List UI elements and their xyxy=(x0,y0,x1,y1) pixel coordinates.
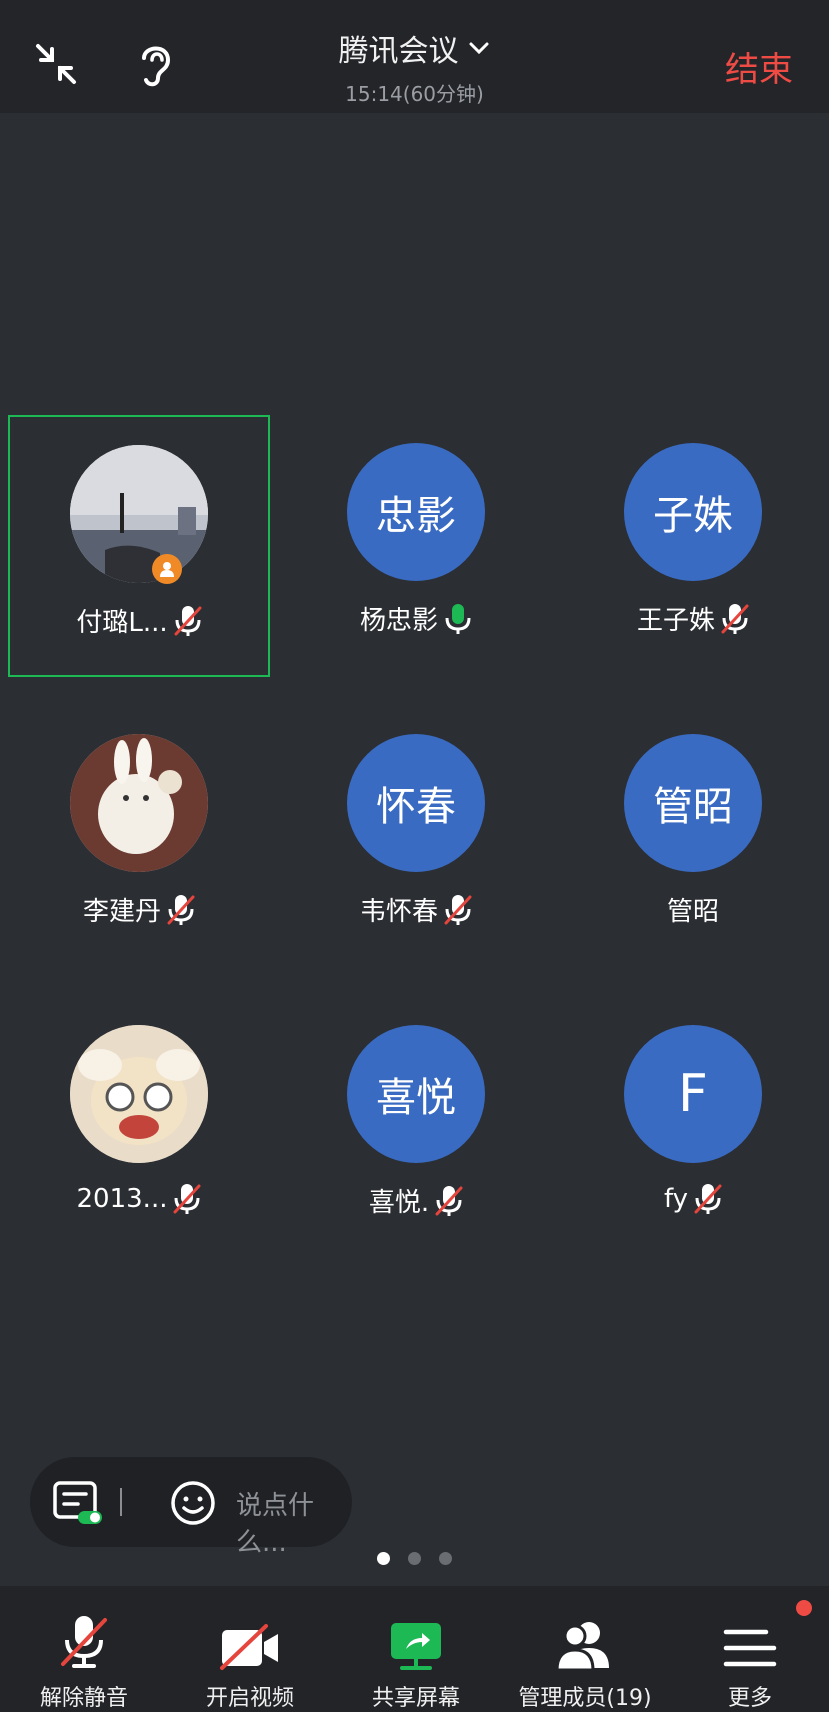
avatar: 喜悦 xyxy=(347,1025,485,1163)
camera-off-icon xyxy=(220,1624,278,1670)
bottom-toolbar: 解除静音 开启视频 共享屏幕 管理成员(19) 更多 xyxy=(0,1586,829,1712)
share-screen-icon xyxy=(391,1623,441,1670)
more-label: 更多 xyxy=(727,1686,772,1711)
mic-muted-icon xyxy=(167,893,195,927)
emoji-icon[interactable] xyxy=(170,1480,216,1530)
avatar: F xyxy=(624,1025,762,1163)
manage-members-button[interactable]: 管理成员(19) xyxy=(500,1586,670,1712)
participant-name-row: 韦怀春 xyxy=(285,891,547,928)
manage-members-label: 管理成员(19) xyxy=(518,1686,652,1711)
avatar: 怀春 xyxy=(347,734,485,872)
chevron-down-icon xyxy=(469,42,488,55)
participant-name: 李建丹 xyxy=(82,897,161,927)
participant-tile[interactable]: 李建丹 xyxy=(8,706,270,968)
mic-muted-icon xyxy=(435,1185,463,1216)
unmute-button[interactable]: 解除静音 xyxy=(22,1586,146,1712)
participant-name: 王子姝 xyxy=(636,606,715,636)
more-button[interactable]: 更多 xyxy=(688,1586,812,1712)
start-video-button[interactable]: 开启视频 xyxy=(188,1586,312,1712)
avatar xyxy=(70,1025,208,1163)
participant-name: 付璐L... xyxy=(76,608,168,638)
participant-name-row: 2013... xyxy=(8,1182,270,1216)
participant-name: 喜悦. xyxy=(368,1188,430,1218)
share-screen-button[interactable]: 共享屏幕 xyxy=(354,1586,478,1712)
more-menu-icon xyxy=(723,1629,777,1667)
mic-muted-icon xyxy=(173,1184,201,1214)
mic-on-icon xyxy=(444,602,472,636)
participant-name: 杨忠影 xyxy=(359,606,438,636)
participant-tile[interactable]: 子姝王子姝 xyxy=(562,415,824,677)
participant-name-row: 李建丹 xyxy=(8,891,270,928)
meeting-title: 腾讯会议 xyxy=(338,34,459,69)
mic-on-icon xyxy=(445,603,471,634)
mic-muted-icon xyxy=(167,894,195,925)
host-badge-icon xyxy=(152,554,182,584)
participant-name: fy xyxy=(663,1184,689,1214)
mic-muted-icon xyxy=(435,1184,463,1218)
notification-dot xyxy=(796,1600,812,1616)
participant-tile[interactable]: 喜悦喜悦. xyxy=(285,997,547,1259)
participant-tile[interactable]: 忠影杨忠影 xyxy=(285,415,547,677)
participant-tile[interactable]: 付璐L... xyxy=(8,415,270,677)
participant-name: 韦怀春 xyxy=(359,897,438,927)
mic-muted-icon xyxy=(721,603,749,634)
end-meeting-button[interactable]: 结束 xyxy=(725,42,793,91)
participant-tile[interactable]: 管昭 管昭 xyxy=(562,706,824,968)
participant-name-row: 管昭 xyxy=(562,891,824,928)
divider xyxy=(120,1488,122,1516)
chat-input[interactable]: 说点什么... xyxy=(236,1485,352,1559)
mic-muted-icon xyxy=(174,604,202,638)
avatar: 子姝 xyxy=(624,443,762,581)
participant-name-row: 王子姝 xyxy=(562,600,824,637)
unmute-label: 解除静音 xyxy=(39,1686,128,1711)
mic-muted-icon xyxy=(173,1182,201,1216)
page-indicator xyxy=(0,1552,829,1565)
top-bar: 腾讯会议 15:14(60分钟) 结束 xyxy=(0,0,829,113)
start-video-label: 开启视频 xyxy=(205,1686,294,1711)
avatar xyxy=(70,445,208,583)
participant-tile[interactable]: 怀春韦怀春 xyxy=(285,706,547,968)
meeting-duration: 15:14(60分钟) xyxy=(345,82,484,106)
participant-name: 2013... xyxy=(76,1184,168,1214)
mic-muted-icon xyxy=(444,893,472,927)
participant-name-row: 喜悦. xyxy=(285,1182,547,1219)
participant-name-row: fy xyxy=(562,1182,824,1216)
page-dot[interactable] xyxy=(377,1552,390,1565)
page-dot[interactable] xyxy=(408,1552,421,1565)
meeting-title-area[interactable]: 腾讯会议 15:14(60分钟) xyxy=(0,26,829,107)
participant-name: 管昭 xyxy=(666,897,719,927)
mic-muted-icon xyxy=(694,1184,722,1214)
mic-muted-icon xyxy=(694,1182,722,1216)
chat-list-icon[interactable] xyxy=(52,1479,104,1531)
share-screen-label: 共享屏幕 xyxy=(371,1686,460,1711)
chat-bar[interactable]: 说点什么... xyxy=(30,1457,352,1558)
page-dot[interactable] xyxy=(439,1552,452,1565)
avatar: 管昭 xyxy=(624,734,762,872)
participant-tile[interactable]: 2013... xyxy=(8,997,270,1259)
mic-muted-icon xyxy=(444,894,472,925)
participant-name-row: 付璐L... xyxy=(10,602,268,639)
mic-muted-icon xyxy=(174,605,202,636)
avatar: 忠影 xyxy=(347,443,485,581)
mic-muted-icon xyxy=(721,602,749,636)
participant-tile[interactable]: Ffy xyxy=(562,997,824,1259)
mic-muted-icon xyxy=(61,1616,107,1668)
avatar xyxy=(70,734,208,872)
members-icon xyxy=(555,1622,609,1672)
participant-name-row: 杨忠影 xyxy=(285,600,547,637)
